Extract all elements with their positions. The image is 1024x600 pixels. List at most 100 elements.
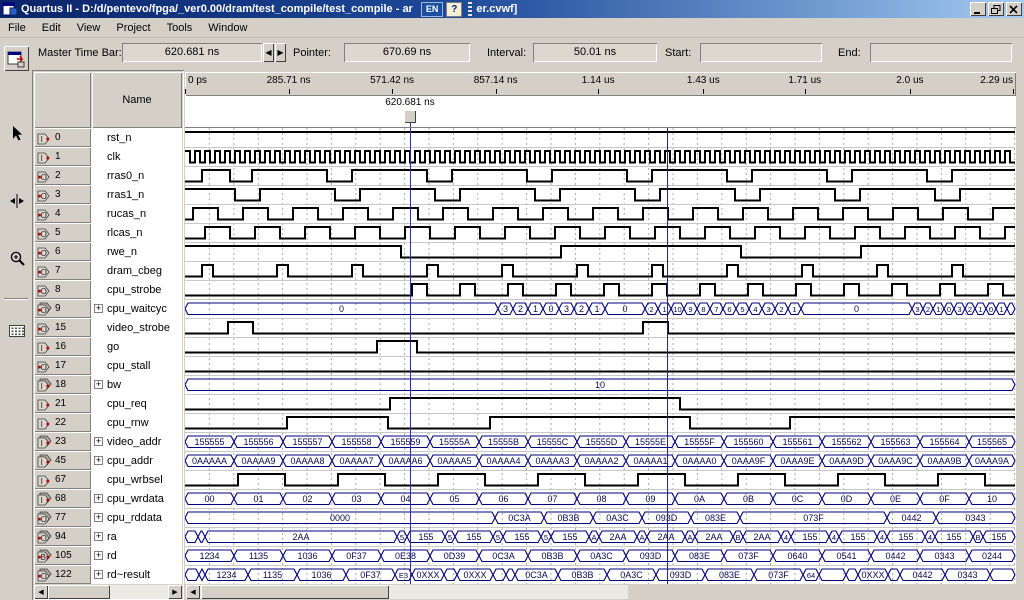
signal-name-cell[interactable]: clk	[92, 147, 182, 166]
signal-name-cell[interactable]: +rd~result	[92, 565, 182, 584]
signal-name-cell[interactable]: +cpu_waitcyc	[92, 299, 182, 318]
signal-row-cpu_addr[interactable]: I45+cpu_addr	[34, 451, 182, 470]
waveform-area[interactable]: 0321032102110987654321032103210110155555…	[185, 128, 1016, 584]
signal-name-cell[interactable]: cpu_wrbsel	[92, 470, 182, 489]
signal-handle-2[interactable]: O2	[34, 166, 91, 185]
expand-icon[interactable]: +	[94, 304, 103, 313]
signal-handle-4[interactable]: O4	[34, 204, 91, 223]
signal-row-rucas_n[interactable]: O4rucas_n	[34, 204, 182, 223]
language-indicator-badge[interactable]: EN	[421, 2, 444, 17]
signal-row-rd~result[interactable]: O122+rd~result	[34, 565, 182, 584]
signal-name-cell[interactable]: rras0_n	[92, 166, 182, 185]
scroll-right-icon[interactable]: ▶	[168, 585, 182, 599]
signal-name-cell[interactable]: rlcas_n	[92, 223, 182, 242]
signal-name-cell[interactable]: rst_n	[92, 128, 182, 147]
signal-row-cpu_waitcyc[interactable]: O9+cpu_waitcyc	[34, 299, 182, 318]
signal-handle-1[interactable]: I1	[34, 147, 91, 166]
master-time-bar-handle[interactable]	[404, 110, 416, 123]
signal-name-cell[interactable]: cpu_req	[92, 394, 182, 413]
signal-row-video_addr[interactable]: I23+video_addr	[34, 432, 182, 451]
signal-handle-8[interactable]: O8	[34, 280, 91, 299]
signal-row-cpu_wrbsel[interactable]: I67cpu_wrbsel	[34, 470, 182, 489]
signal-handle-0[interactable]: I0	[34, 128, 91, 147]
restore-button[interactable]	[988, 2, 1004, 16]
signal-row-rras0_n[interactable]: O2rras0_n	[34, 166, 182, 185]
signal-name-cell[interactable]: +cpu_addr	[92, 451, 182, 470]
signal-handle-15[interactable]: O15	[34, 318, 91, 337]
signal-handle-21[interactable]: I21	[34, 394, 91, 413]
signal-handle-94[interactable]: O94	[34, 527, 91, 546]
master-time-prev-button[interactable]: ◀	[263, 43, 274, 62]
signal-row-clk[interactable]: I1clk	[34, 147, 182, 166]
expand-icon[interactable]: +	[94, 551, 103, 560]
minimize-button[interactable]	[970, 2, 986, 16]
signal-name-cell[interactable]: rras1_n	[92, 185, 182, 204]
signal-row-rwe_n[interactable]: O6rwe_n	[34, 242, 182, 261]
menu-view[interactable]: View	[69, 20, 109, 36]
signal-row-video_strobe[interactable]: O15video_strobe	[34, 318, 182, 337]
signal-name-cell[interactable]: +video_addr	[92, 432, 182, 451]
signal-row-dram_cbeg[interactable]: O7dram_cbeg	[34, 261, 182, 280]
menu-file[interactable]: File	[0, 20, 34, 36]
signal-row-cpu_rddata[interactable]: O77+cpu_rddata	[34, 508, 182, 527]
signal-name-cell[interactable]: +rd	[92, 546, 182, 565]
signal-row-cpu_strobe[interactable]: O8cpu_strobe	[34, 280, 182, 299]
signal-handle-68[interactable]: I68	[34, 489, 91, 508]
start-field[interactable]	[700, 43, 822, 62]
snap-grid-icon[interactable]	[4, 318, 29, 343]
name-panel-hscrollbar[interactable]: ◀ ▶	[34, 585, 182, 599]
signal-row-ra[interactable]: O94+ra	[34, 527, 182, 546]
master-time-next-button[interactable]: ▶	[275, 43, 286, 62]
signal-name-cell[interactable]: go	[92, 337, 182, 356]
waveform-canvas[interactable]: 0321032102110987654321032103210110155555…	[185, 128, 1016, 584]
expand-icon[interactable]: +	[94, 532, 103, 541]
signal-handle-122[interactable]: O122	[34, 565, 91, 584]
signal-row-cpu_rnw[interactable]: I22cpu_rnw	[34, 413, 182, 432]
signal-name-cell[interactable]: rwe_n	[92, 242, 182, 261]
expand-icon[interactable]: +	[94, 513, 103, 522]
scroll-left-icon[interactable]: ◀	[186, 585, 200, 599]
signal-handle-18[interactable]: I18	[34, 375, 91, 394]
timeline-ruler[interactable]: 0 ps285.71 ns571.42 ns857.14 ns1.14 us1.…	[185, 72, 1016, 96]
signal-handle-45[interactable]: I45	[34, 451, 91, 470]
language-bar-grip-icon[interactable]	[468, 2, 472, 16]
signal-handle-67[interactable]: I67	[34, 470, 91, 489]
signal-name-cell[interactable]: video_strobe	[92, 318, 182, 337]
menu-window[interactable]: Window	[200, 20, 255, 36]
menu-tools[interactable]: Tools	[159, 20, 201, 36]
signal-row-bw[interactable]: I18+bw	[34, 375, 182, 394]
end-field[interactable]	[870, 43, 1012, 62]
signal-handle-7[interactable]: O7	[34, 261, 91, 280]
signal-handle-17[interactable]: O17	[34, 356, 91, 375]
signal-handle-5[interactable]: O5	[34, 223, 91, 242]
signal-handle-9[interactable]: O9	[34, 299, 91, 318]
signal-handle-22[interactable]: I22	[34, 413, 91, 432]
signal-name-cell[interactable]: cpu_strobe	[92, 280, 182, 299]
zoom-tool-icon[interactable]	[4, 246, 29, 271]
expand-icon[interactable]: +	[94, 380, 103, 389]
signal-handle-6[interactable]: O6	[34, 242, 91, 261]
expand-icon[interactable]: +	[94, 456, 103, 465]
signal-name-cell[interactable]: rucas_n	[92, 204, 182, 223]
signal-name-cell[interactable]: +cpu_wrdata	[92, 489, 182, 508]
master-time-bar-strip[interactable]: 620.681 ns	[185, 96, 1016, 128]
signal-handle-23[interactable]: I23	[34, 432, 91, 451]
selection-tool-icon[interactable]	[4, 120, 29, 145]
time-bar-tool-icon[interactable]	[4, 188, 29, 213]
signal-name-cell[interactable]: cpu_rnw	[92, 413, 182, 432]
waveform-hscrollbar[interactable]: ◀	[186, 585, 628, 599]
signal-row-cpu_stall[interactable]: O17cpu_stall	[34, 356, 182, 375]
signal-row-rst_n[interactable]: I0rst_n	[34, 128, 182, 147]
signal-row-rd[interactable]: B105+rd	[34, 546, 182, 565]
signal-row-go[interactable]: I16go	[34, 337, 182, 356]
signal-row-rras1_n[interactable]: O3rras1_n	[34, 185, 182, 204]
name-scroll-thumb[interactable]	[48, 585, 110, 599]
title-bar[interactable]: Quartus II - D:/d/pentevo/fpga/_ver0.00/…	[0, 0, 1024, 18]
menu-project[interactable]: Project	[108, 20, 158, 36]
signal-row-cpu_req[interactable]: I21cpu_req	[34, 394, 182, 413]
expand-icon[interactable]: +	[94, 437, 103, 446]
signal-handle-3[interactable]: O3	[34, 185, 91, 204]
signal-handle-16[interactable]: I16	[34, 337, 91, 356]
expand-icon[interactable]: +	[94, 494, 103, 503]
signal-handle-105[interactable]: B105	[34, 546, 91, 565]
